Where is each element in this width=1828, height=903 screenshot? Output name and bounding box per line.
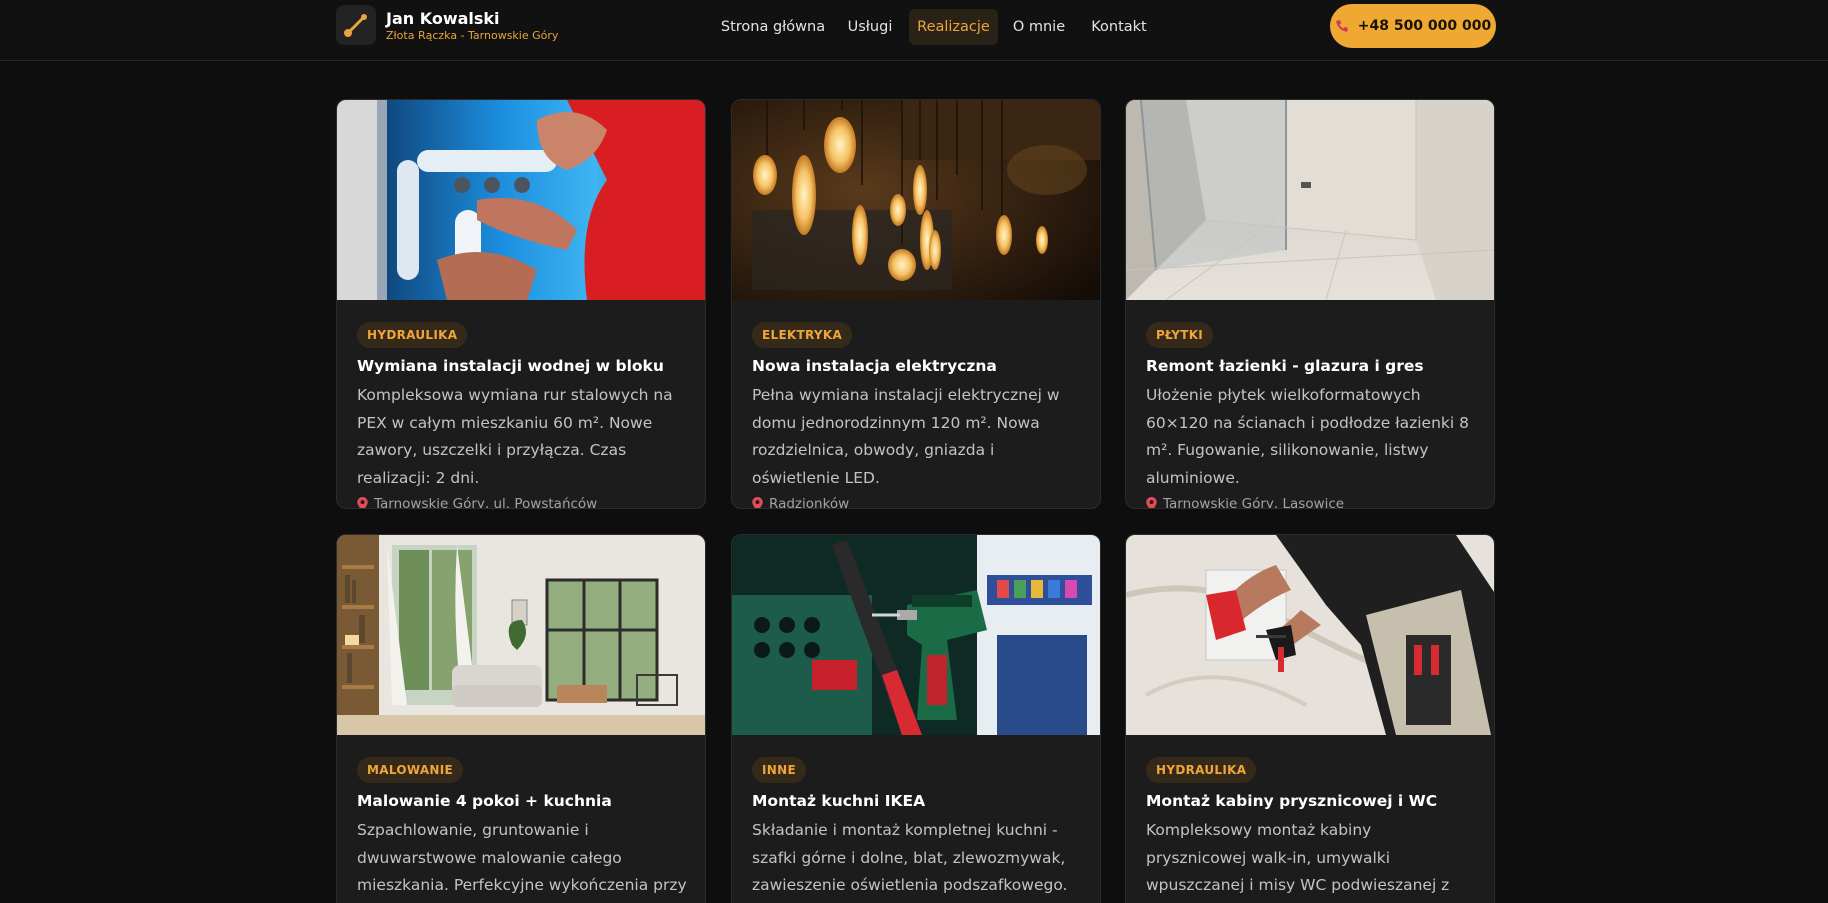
main-nav: Strona główna Usługi Realizacje O mnie K… [0, 9, 1828, 45]
project-image [732, 535, 1100, 735]
location-text: Tarnowskie Góry, Lasowice [1163, 496, 1345, 509]
project-title: Nowa instalacja elektryczna [752, 357, 997, 375]
category-badge: HYDRAULIKA [1146, 757, 1257, 783]
location-text: Radzionków [769, 496, 850, 509]
site-header: Jan Kowalski Złota Rączka - Tarnowskie G… [0, 0, 1828, 61]
project-description: Szpachlowanie, gruntowanie i dwuwarstwow… [357, 821, 687, 894]
project-card-body: ELEKTRYKA Nowa instalacja elektryczna Pe… [752, 322, 1082, 509]
nav-item-portfolio[interactable]: Realizacje [909, 9, 998, 45]
project-image [337, 100, 705, 300]
project-title: Malowanie 4 pokoi + kuchnia [357, 792, 612, 810]
project-description: Pełna wymiana instalacji elektrycznej w … [752, 386, 1060, 487]
category-badge: INNE [752, 757, 806, 783]
category-badge: MALOWANIE [357, 757, 464, 783]
project-card-body: INNE Montaż kuchni IKEA Składanie i mont… [752, 757, 1082, 900]
pin-icon [1146, 497, 1157, 508]
project-location: Radzionków [752, 496, 1082, 509]
nav-item-contact[interactable]: Kontakt [1087, 9, 1151, 45]
category-badge: HYDRAULIKA [357, 322, 468, 348]
project-description: Ułożenie płytek wielkoformatowych 60×120… [1146, 386, 1469, 487]
nav-item-services[interactable]: Usługi [840, 9, 900, 45]
project-card-body: HYDRAULIKA Montaż kabiny prysznicowej i … [1146, 757, 1476, 903]
project-image [732, 100, 1100, 300]
phone-icon [1336, 20, 1348, 32]
project-title: Montaż kuchni IKEA [752, 792, 926, 810]
project-image [1126, 100, 1494, 300]
pin-icon [357, 497, 368, 508]
project-description: Składanie i montaż kompletnej kuchni - s… [752, 821, 1068, 894]
project-title: Remont łazienki - glazura i gres [1146, 357, 1424, 375]
project-image [337, 535, 705, 735]
nav-item-about[interactable]: O mnie [1009, 9, 1069, 45]
nav-item-home[interactable]: Strona główna [718, 9, 828, 45]
project-location: Tarnowskie Góry, Lasowice [1146, 496, 1476, 509]
project-card[interactable]: HYDRAULIKA Wymiana instalacji wodnej w b… [336, 99, 706, 509]
project-title: Montaż kabiny prysznicowej i WC [1146, 792, 1438, 810]
location-text: Tarnowskie Góry, ul. Powstańców [374, 496, 598, 509]
project-description: Kompleksowa wymiana rur stalowych na PEX… [357, 386, 673, 487]
project-title: Wymiana instalacji wodnej w bloku [357, 357, 664, 375]
category-badge: PŁYTKI [1146, 322, 1214, 348]
category-badge: ELEKTRYKA [752, 322, 853, 348]
project-card-body: PŁYTKI Remont łazienki - glazura i gres … [1146, 322, 1476, 509]
project-card[interactable]: PŁYTKI Remont łazienki - glazura i gres … [1125, 99, 1495, 509]
project-card[interactable]: ELEKTRYKA Nowa instalacja elektryczna Pe… [731, 99, 1101, 509]
pin-icon [752, 497, 763, 508]
project-card[interactable]: INNE Montaż kuchni IKEA Składanie i mont… [731, 534, 1101, 903]
project-description: Kompleksowy montaż kabiny prysznicowej w… [1146, 821, 1450, 894]
project-card[interactable]: MALOWANIE Malowanie 4 pokoi + kuchnia Sz… [336, 534, 706, 903]
project-card[interactable]: HYDRAULIKA Montaż kabiny prysznicowej i … [1125, 534, 1495, 903]
phone-number: +48 500 000 000 [1357, 18, 1492, 34]
project-image [1126, 535, 1494, 735]
phone-button[interactable]: +48 500 000 000 [1330, 4, 1496, 48]
project-card-body: MALOWANIE Malowanie 4 pokoi + kuchnia Sz… [357, 757, 687, 903]
project-card-body: HYDRAULIKA Wymiana instalacji wodnej w b… [357, 322, 687, 509]
project-location: Tarnowskie Góry, ul. Powstańców [357, 496, 687, 509]
